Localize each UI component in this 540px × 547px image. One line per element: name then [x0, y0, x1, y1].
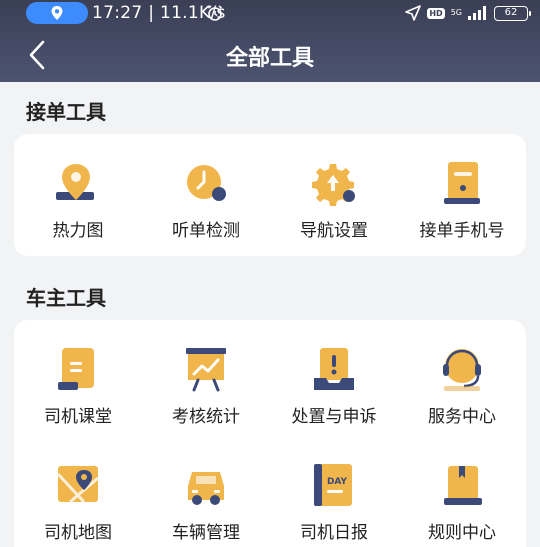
tool-rule-center[interactable]: 规则中心 — [398, 462, 526, 547]
owner-tools-card: 司机课堂 考核统计 处置与申诉 服务中心 司机地图 车辆管理 DAY 司机日报 … — [14, 320, 526, 547]
section-title-order-tools: 接单工具 — [26, 100, 106, 124]
car-icon — [188, 472, 224, 505]
daily-report-icon: DAY — [314, 464, 352, 506]
phone-card-icon — [444, 162, 480, 204]
tool-heatmap[interactable]: 热力图 — [14, 160, 142, 260]
gear-upload-icon — [312, 164, 355, 206]
tool-navigation-settings[interactable]: 导航设置 — [270, 160, 398, 260]
tool-label: 规则中心 — [428, 523, 496, 543]
svg-text:DAY: DAY — [327, 477, 348, 487]
location-icon — [51, 6, 63, 20]
classroom-doc-icon — [58, 348, 94, 390]
tool-driver-map[interactable]: 司机地图 — [14, 462, 142, 547]
rulebook-icon — [444, 466, 482, 505]
system-icons: HD 5G 62 — [405, 3, 531, 23]
tool-vehicle-management[interactable]: 车辆管理 — [142, 462, 270, 547]
tool-label: 司机地图 — [44, 523, 112, 543]
map-pin-icon — [56, 466, 99, 504]
order-tools-card: 热力图 听单检测 导航设置 接单手机号 — [14, 134, 526, 256]
tool-label: 导航设置 — [300, 221, 368, 241]
tool-assessment-stats[interactable]: 考核统计 — [142, 346, 270, 446]
signal-icon — [468, 6, 486, 20]
divider: | — [148, 3, 160, 23]
tool-handling-appeal[interactable]: 处置与申诉 — [270, 346, 398, 446]
battery-indicator: 62 — [494, 5, 531, 21]
top-header: 17:27 | 11.1K/s HD 5G 62 全部工具 — [0, 0, 540, 82]
tool-label: 司机课堂 — [44, 407, 112, 427]
hd-badge: HD — [427, 7, 445, 19]
tool-label: 处置与申诉 — [291, 407, 377, 427]
tool-label: 热力图 — [52, 221, 104, 241]
tool-label: 接单手机号 — [419, 221, 505, 241]
chart-board-icon — [186, 348, 226, 392]
tool-label: 车辆管理 — [172, 523, 240, 543]
tool-label: 考核统计 — [172, 407, 240, 427]
clock-text: 17:27 — [92, 3, 143, 23]
tool-label: 听单检测 — [172, 221, 240, 241]
tool-listen-check[interactable]: 听单检测 — [142, 160, 270, 260]
heatmap-pin-icon — [56, 164, 94, 200]
status-bar: 17:27 | 11.1K/s HD 5G 62 — [0, 0, 540, 26]
network-type: 5G — [450, 8, 462, 17]
tool-driver-classroom[interactable]: 司机课堂 — [14, 346, 142, 446]
tool-service-center[interactable]: 服务中心 — [398, 346, 526, 446]
tool-driver-daily[interactable]: DAY 司机日报 — [270, 462, 398, 547]
page-title: 全部工具 — [225, 46, 314, 71]
headset-icon — [443, 349, 481, 391]
tool-order-phone[interactable]: 接单手机号 — [398, 160, 526, 260]
clock-check-icon — [187, 165, 226, 201]
tool-label: 服务中心 — [428, 407, 496, 427]
location-pill[interactable] — [26, 2, 88, 24]
navigation-arrow-icon — [405, 5, 422, 21]
tool-label: 司机日报 — [300, 523, 368, 543]
appeal-tray-icon — [314, 348, 354, 390]
alarm-icon — [208, 5, 222, 21]
section-title-owner-tools: 车主工具 — [26, 286, 106, 310]
